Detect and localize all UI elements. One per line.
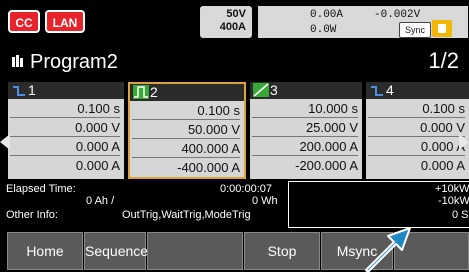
step-card[interactable]: 3 10.000 s 25.000 V 200.000 A -200.000 A <box>250 82 362 179</box>
step-card[interactable]: 1 0.100 s 0.000 V 0.000 A 0.000 A <box>8 82 124 179</box>
step-number: 3 <box>270 82 278 98</box>
step-current-limit: 0.000 A <box>75 158 120 173</box>
step-number: 4 <box>386 82 394 98</box>
sequence-button[interactable]: Sequence <box>84 232 148 270</box>
cc-badge: CC <box>8 10 40 33</box>
ah-value: 0 Ah / <box>86 195 115 207</box>
power-reading: 0.0W <box>310 24 337 36</box>
step-current-limit: -200.000 A <box>295 158 358 173</box>
step-current-limit: 0.000 A <box>420 158 465 173</box>
stop-button[interactable]: Stop <box>244 232 320 270</box>
step-header: 1 <box>8 82 124 99</box>
step-voltage: 0.000 V <box>10 119 120 137</box>
step-voltage: 0.000 V <box>368 119 465 137</box>
program-icon <box>12 55 24 67</box>
step-current: 0.000 A <box>10 138 120 156</box>
step-number: 1 <box>28 82 36 98</box>
page-number: 1/2 <box>428 48 459 73</box>
lan-badge: LAN <box>45 10 85 33</box>
step-card[interactable]: 4 0.100 s 0.000 V 0.000 A 0.000 A <box>366 82 469 179</box>
step-header: 2 <box>130 84 244 101</box>
step-waveform-icon <box>253 83 269 97</box>
step-header: 4 <box>366 82 469 99</box>
current-reading: 0.00A <box>310 9 344 21</box>
step-current: 0.000 A <box>368 138 465 156</box>
step-voltage: 50.000 V <box>132 121 240 139</box>
step-current-limit: -400.000 A <box>177 160 240 175</box>
rating-display: 50V 400A <box>200 6 252 38</box>
step-time: 0.100 s <box>10 100 120 118</box>
step-waveform-icon <box>13 86 25 96</box>
step-waveform-icon <box>133 85 149 99</box>
step-time: 0.100 s <box>368 100 465 118</box>
step-time: 10.000 s <box>252 100 358 118</box>
step-number: 2 <box>150 84 158 100</box>
step-header: 3 <box>250 82 362 99</box>
rating-current: 400A <box>219 21 246 33</box>
voltage-reading: -0.002V <box>374 9 421 21</box>
other-info-value: OutTrig,WaitTrig,ModeTrig <box>122 209 251 221</box>
step-card-selected[interactable]: 2 0.100 s 50.000 V 400.000 A -400.000 A <box>128 82 246 179</box>
pointer-arrow-icon <box>365 227 411 272</box>
info-divider <box>288 181 469 228</box>
rating-voltage: 50V <box>226 8 246 20</box>
step-waveform-icon <box>371 86 383 96</box>
step-current: 200.000 A <box>252 138 358 156</box>
step-current: 400.000 A <box>132 140 240 158</box>
lock-icon <box>432 20 452 37</box>
scroll-right-arrow[interactable] <box>459 134 469 150</box>
scroll-left-arrow[interactable] <box>0 134 10 150</box>
elapsed-label: Elapsed Time: <box>6 183 76 195</box>
step-time: 0.100 s <box>132 102 240 120</box>
sync-indicator: Sync <box>399 22 431 38</box>
other-info-label: Other Info: <box>6 209 58 221</box>
program-title: Program2 <box>30 51 118 73</box>
home-button[interactable]: Home <box>7 232 83 270</box>
wh-value: 0 Wh <box>252 195 278 207</box>
blank-button[interactable] <box>147 232 243 270</box>
elapsed-value: 0:00:00:07 <box>220 183 272 195</box>
step-voltage: 25.000 V <box>252 119 358 137</box>
